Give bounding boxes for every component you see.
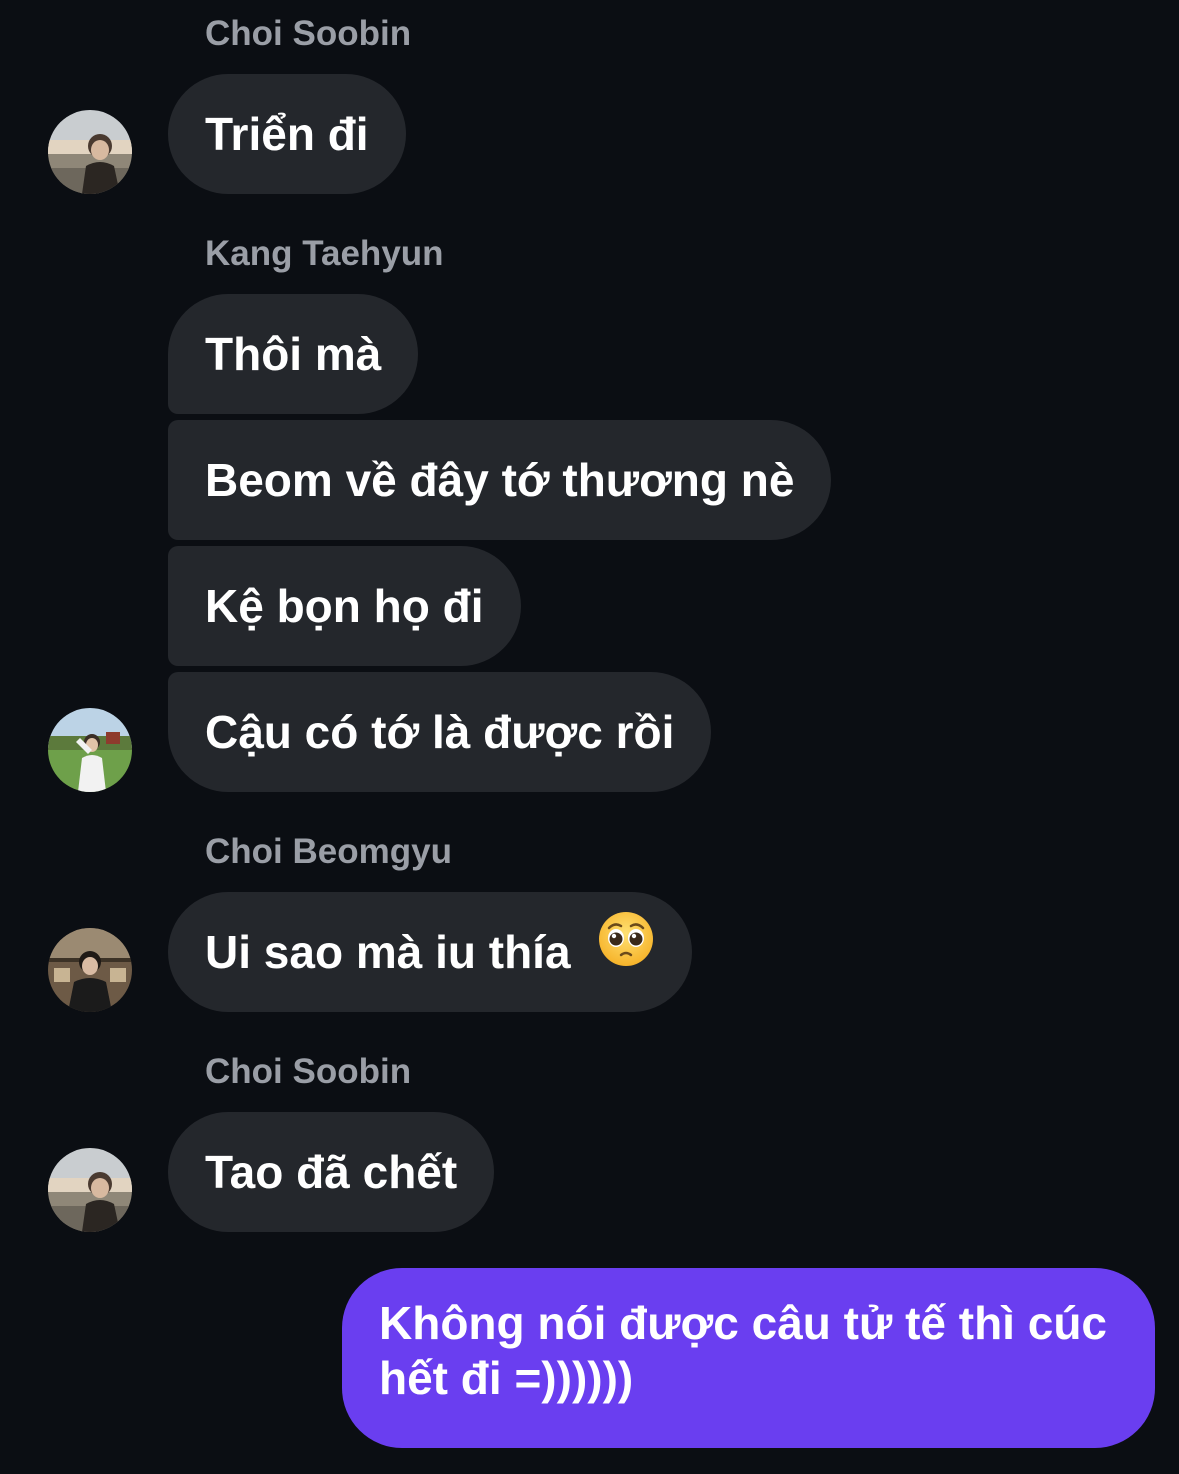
avatar-choi-soobin-icon — [48, 1148, 132, 1232]
chat-thread[interactable]: Choi Soobin Triển đi Kang Taehyun Thôi m… — [0, 0, 1179, 1474]
avatar[interactable] — [48, 1148, 132, 1232]
message-text: Ui sao mà iu thía — [205, 926, 571, 978]
sender-name: Choi Beomgyu — [205, 832, 452, 871]
pleading-face-emoji — [597, 892, 655, 1012]
message-bubble[interactable]: Triển đi — [168, 74, 406, 194]
message-text: Thôi mà — [205, 328, 382, 380]
sender-name: Choi Soobin — [205, 14, 412, 53]
avatar-choi-beomgyu-icon — [48, 928, 132, 1012]
message-text: Kệ bọn họ đi — [205, 580, 484, 632]
sender-name: Kang Taehyun — [205, 234, 444, 273]
message-bubble[interactable]: Kệ bọn họ đi — [168, 546, 521, 666]
message-bubble[interactable]: Ui sao mà iu thía — [168, 892, 693, 1012]
message-bubble[interactable]: Cậu có tớ là được rồi — [168, 672, 712, 792]
message-bubble[interactable]: Beom về đây tớ thương nè — [168, 420, 832, 540]
avatar-choi-soobin-icon — [48, 110, 132, 194]
sender-name: Choi Soobin — [205, 1052, 412, 1091]
outgoing-message-bubble[interactable]: Không nói được câu tử tế thì cúc hết đi … — [342, 1268, 1155, 1448]
message-bubble[interactable]: Thôi mà — [168, 294, 419, 414]
avatar[interactable] — [48, 928, 132, 1012]
message-bubble[interactable]: Tao đã chết — [168, 1112, 495, 1232]
avatar-kang-taehyun-icon — [48, 708, 132, 792]
message-text: Cậu có tớ là được rồi — [205, 706, 675, 758]
message-text: Tao đã chết — [205, 1146, 458, 1198]
message-text: Không nói được câu tử tế thì cúc hết đi … — [379, 1297, 1108, 1404]
message-text: Triển đi — [205, 108, 369, 160]
avatar[interactable] — [48, 708, 132, 792]
message-text: Beom về đây tớ thương nè — [205, 454, 795, 506]
avatar[interactable] — [48, 110, 132, 194]
